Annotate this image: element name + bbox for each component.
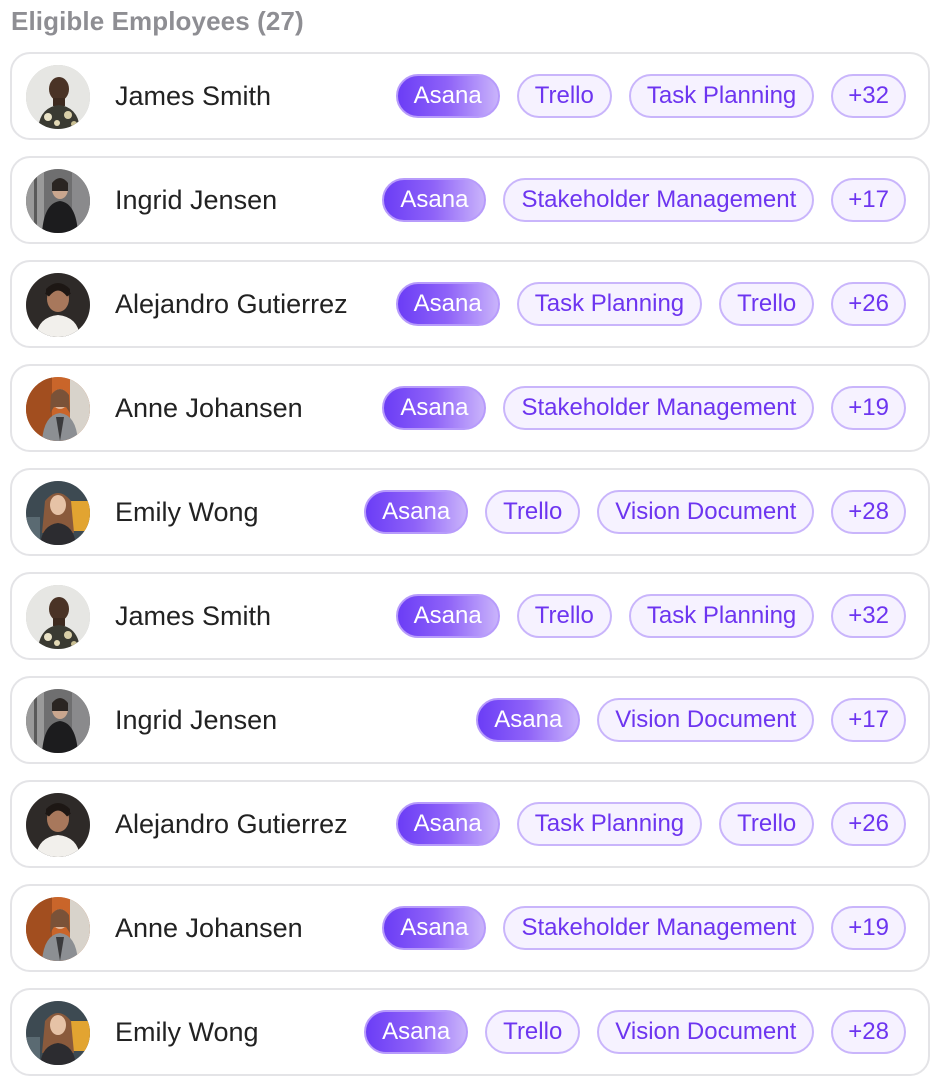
skill-tag-primary[interactable]: Asana — [395, 74, 500, 118]
employee-row[interactable]: Emily Wong Asana Trello Vision Document +28 — [10, 988, 930, 1076]
more-skills-badge[interactable]: +26 — [831, 282, 906, 326]
skill-tags: Asana Task Planning Trello +26 — [395, 782, 906, 866]
employee-name: Emily Wong — [115, 496, 259, 527]
avatar — [26, 377, 90, 441]
skill-tags: Asana Stakeholder Management +19 — [382, 886, 906, 970]
skill-tag[interactable]: Trello — [485, 490, 581, 534]
employee-row[interactable]: Anne Johansen Asana Stakeholder Management… — [10, 364, 930, 452]
employee-row[interactable]: James Smith Asana Trello Task Planning +32 — [10, 52, 930, 140]
eligible-employees-panel: Eligible Employees (27) James Smith Asana… — [0, 0, 940, 1088]
skill-tag[interactable]: Vision Document — [597, 1010, 815, 1054]
avatar — [26, 65, 90, 129]
skill-tag[interactable]: Task Planning — [628, 74, 815, 118]
skill-tag-primary[interactable]: Asana — [395, 802, 500, 846]
employee-list: James Smith Asana Trello Task Planning +32 In… — [10, 52, 930, 1088]
skill-tags: Asana Trello Vision Document +28 — [364, 990, 906, 1074]
skill-tag[interactable]: Trello — [719, 802, 815, 846]
employee-row[interactable]: Anne Johansen Asana Stakeholder Management… — [10, 884, 930, 972]
employee-row[interactable]: James Smith Asana Trello Task Planning +32 — [10, 572, 930, 660]
avatar — [26, 481, 90, 545]
skill-tag[interactable]: Trello — [485, 1010, 581, 1054]
avatar — [26, 793, 90, 857]
skill-tags: Asana Stakeholder Management +19 — [382, 366, 906, 450]
skill-tag-primary[interactable]: Asana — [364, 1010, 469, 1054]
skill-tag-primary[interactable]: Asana — [364, 490, 469, 534]
employee-row[interactable]: Ingrid Jensen Asana Stakeholder Management… — [10, 156, 930, 244]
more-skills-badge[interactable]: +17 — [831, 698, 906, 742]
skill-tag-primary[interactable]: Asana — [382, 386, 487, 430]
skill-tag-primary[interactable]: Asana — [382, 178, 487, 222]
avatar — [26, 897, 90, 961]
more-skills-badge[interactable]: +19 — [831, 386, 906, 430]
avatar — [26, 273, 90, 337]
skill-tag[interactable]: Stakeholder Management — [503, 386, 815, 430]
more-skills-badge[interactable]: +19 — [831, 906, 906, 950]
employee-name: Anne Johansen — [115, 392, 303, 423]
more-skills-badge[interactable]: +32 — [831, 594, 906, 638]
skill-tags: Asana Trello Task Planning +32 — [395, 54, 906, 138]
skill-tag-primary[interactable]: Asana — [476, 698, 581, 742]
skill-tag[interactable]: Trello — [719, 282, 815, 326]
section-title: Eligible Employees (27) — [11, 6, 304, 36]
skill-tag[interactable]: Vision Document — [597, 698, 815, 742]
employee-name: James Smith — [115, 600, 272, 631]
employee-name: Alejandro Gutierrez — [115, 808, 348, 839]
employee-row[interactable]: Alejandro Gutierrez Asana Task Planning Tre… — [10, 260, 930, 348]
employee-name: Ingrid Jensen — [115, 704, 278, 735]
avatar — [26, 169, 90, 233]
skill-tags: Asana Trello Vision Document +28 — [364, 470, 906, 554]
skill-tag-primary[interactable]: Asana — [382, 906, 487, 950]
employee-name: Alejandro Gutierrez — [115, 288, 348, 319]
employee-name: James Smith — [115, 80, 272, 111]
employee-row[interactable]: Emily Wong Asana Trello Vision Document +28 — [10, 468, 930, 556]
employee-row[interactable]: Alejandro Gutierrez Asana Task Planning Tre… — [10, 780, 930, 868]
employee-row[interactable]: Ingrid Jensen Asana Vision Document +17 — [10, 676, 930, 764]
employee-name: Anne Johansen — [115, 912, 303, 943]
skill-tag[interactable]: Task Planning — [516, 802, 703, 846]
skill-tag[interactable]: Vision Document — [597, 490, 815, 534]
avatar — [26, 585, 90, 649]
employee-name: Emily Wong — [115, 1016, 259, 1047]
skill-tag-primary[interactable]: Asana — [395, 282, 500, 326]
skill-tag[interactable]: Stakeholder Management — [503, 178, 815, 222]
more-skills-badge[interactable]: +17 — [831, 178, 906, 222]
more-skills-badge[interactable]: +26 — [831, 802, 906, 846]
more-skills-badge[interactable]: +28 — [831, 490, 906, 534]
more-skills-badge[interactable]: +28 — [831, 1010, 906, 1054]
skill-tags: Asana Vision Document +17 — [476, 678, 906, 762]
skill-tag[interactable]: Task Planning — [628, 594, 815, 638]
avatar — [26, 1001, 90, 1065]
skill-tag[interactable]: Stakeholder Management — [503, 906, 815, 950]
skill-tag[interactable]: Trello — [516, 74, 612, 118]
skill-tags: Asana Stakeholder Management +17 — [382, 158, 906, 242]
employee-name: Ingrid Jensen — [115, 184, 278, 215]
skill-tag-primary[interactable]: Asana — [395, 594, 500, 638]
skill-tags: Asana Trello Task Planning +32 — [395, 574, 906, 658]
more-skills-badge[interactable]: +32 — [831, 74, 906, 118]
avatar — [26, 689, 90, 753]
skill-tag[interactable]: Task Planning — [516, 282, 703, 326]
skill-tags: Asana Task Planning Trello +26 — [395, 262, 906, 346]
skill-tag[interactable]: Trello — [516, 594, 612, 638]
